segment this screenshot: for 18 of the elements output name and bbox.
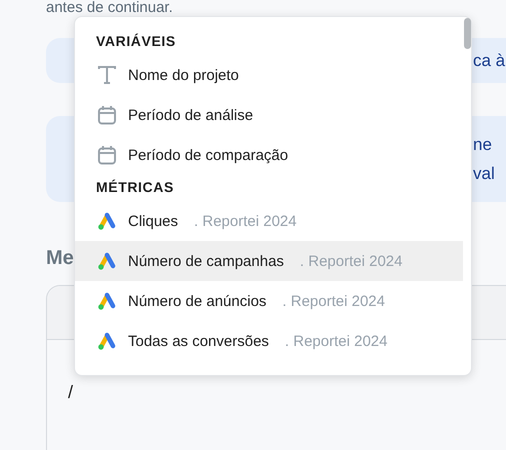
item-source: . Reportei 2024 xyxy=(282,292,385,310)
item-label: Número de campanhas xyxy=(128,252,284,270)
item-label: Cliques xyxy=(128,212,178,230)
item-source: . Reportei 2024 xyxy=(300,252,402,270)
item-source: . Reportei 2024 xyxy=(284,332,388,350)
section-label: Me xyxy=(46,247,74,271)
item-label: Número de anúncios xyxy=(128,292,266,310)
editor-content: / xyxy=(68,382,74,403)
item-label: Período de análise xyxy=(128,106,254,124)
intro-text: antes de continuar. xyxy=(46,0,173,13)
notice-text: ne val xyxy=(473,134,496,185)
item-label: Período de comparação xyxy=(128,146,288,164)
item-label: Todas as conversões xyxy=(128,332,269,350)
section-heading: VARIÁVEIS xyxy=(95,32,177,51)
notice-text: ca à xyxy=(473,50,506,72)
item-source: . Reportei 2024 xyxy=(194,212,297,230)
item-label: Nome do projeto xyxy=(128,66,239,84)
section-heading: MÉTRICAS xyxy=(95,178,175,197)
